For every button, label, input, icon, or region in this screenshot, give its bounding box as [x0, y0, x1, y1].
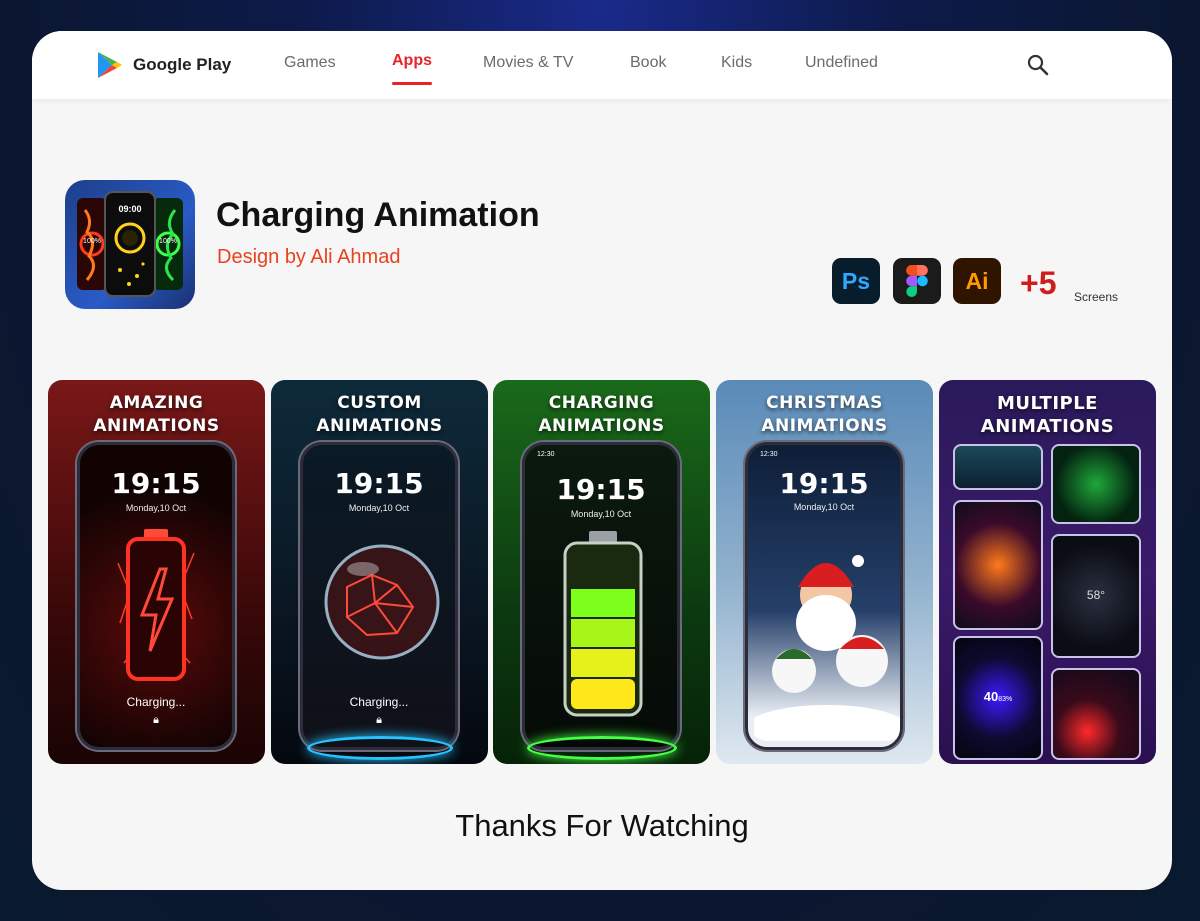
- charging-status: Charging...: [126, 695, 186, 709]
- screenshot-amazing-animations[interactable]: AMAZING ANIMATIONS 19:15 Monday,10 Oct Ch…: [48, 380, 265, 764]
- lockscreen-clock: 19:15: [111, 467, 201, 500]
- temperature-readout: 58°: [1086, 588, 1106, 602]
- closing-message: Thanks For Watching: [455, 808, 749, 843]
- lockscreen-clock: 19:15: [556, 473, 646, 506]
- charging-ring: [307, 736, 453, 760]
- charging-status: Charging...: [349, 695, 409, 709]
- charging-ring: [527, 736, 677, 760]
- photoshop-label: Ps: [841, 267, 871, 294]
- lockscreen-clock: 19:15: [334, 467, 424, 500]
- lockscreen-clock: 19:15: [779, 467, 869, 500]
- app-icon-left-percent: 100%: [83, 238, 101, 245]
- brand-logo[interactable]: Google Play: [95, 51, 231, 79]
- lockscreen-date: Monday,10 Oct: [793, 502, 855, 512]
- lockscreen-date: Monday,10 Oct: [348, 503, 410, 513]
- screenshot-custom-animations[interactable]: CUSTOM ANIMATIONS 19:15 Monday,10 Oct Cha…: [271, 380, 488, 764]
- search-button[interactable]: [1026, 53, 1050, 82]
- app-icon-right-percent: 100%: [159, 238, 177, 245]
- phone-mockup: 19:15 Monday,10 Oct Charging... 🔒︎: [77, 442, 235, 750]
- battery-percent-readout: 4083%: [983, 689, 1013, 704]
- santa-snowman-illustration: [754, 555, 900, 741]
- nav-tab-games[interactable]: Games: [284, 54, 336, 72]
- green-battery-icon: [563, 531, 643, 717]
- app-icon: 09:00 100% 100%: [65, 180, 195, 309]
- presentation-card: Google Play Games Apps Movies & TV Book …: [32, 31, 1172, 890]
- app-title: Charging Animation: [216, 196, 540, 234]
- screenshot-multiple-animations[interactable]: MULTIPLE ANIMATIONS 58° 4083%: [939, 380, 1156, 764]
- phone-mockup: 12:30 19:15 Monday,10 Oct: [745, 442, 903, 750]
- lock-icon: 🔒︎: [376, 714, 382, 726]
- figma-icon: [893, 258, 941, 304]
- app-icon-clock: 09:00: [118, 204, 142, 214]
- screenshot-caption: CUSTOM ANIMATIONS: [316, 393, 443, 436]
- phone-mockup: 12:30 19:15 Monday,10 Oct: [522, 442, 680, 750]
- illustrator-icon: Ai: [953, 258, 1001, 304]
- app-designer: Design by Ali Ahmad: [217, 246, 401, 268]
- lockscreen-date: Monday,10 Oct: [125, 503, 187, 513]
- nav-tab-kids[interactable]: Kids: [721, 54, 752, 72]
- screen-count: +5: [1020, 265, 1057, 301]
- lock-icon: 🔒︎: [153, 714, 159, 726]
- screenshot-caption: MULTIPLE ANIMATIONS: [980, 393, 1115, 437]
- screenshot-caption: CHARGING ANIMATIONS: [538, 393, 665, 436]
- google-play-icon: [98, 52, 122, 78]
- phone-mockup: 19:15 Monday,10 Oct Charging... 🔒︎: [300, 442, 458, 750]
- brand-name: Google Play: [133, 55, 232, 74]
- screenshot-charging-animations[interactable]: CHARGING ANIMATIONS 12:30 19:15 Monday,10…: [493, 380, 710, 764]
- nav-tab-apps-label: Apps: [392, 52, 432, 69]
- nav-tab-movies-tv[interactable]: Movies & TV: [483, 54, 573, 72]
- lockscreen-date: Monday,10 Oct: [570, 509, 632, 519]
- status-bar-time: 12:30: [760, 451, 778, 458]
- mini-tile: [953, 500, 1043, 630]
- mini-tile: [953, 444, 1043, 490]
- screenshot-caption: AMAZING ANIMATIONS: [93, 393, 220, 436]
- nav-tab-apps[interactable]: Apps: [392, 52, 432, 85]
- mini-tile: [1051, 444, 1141, 524]
- screen-count-unit: Screens: [1074, 290, 1119, 304]
- mini-tile: 58°: [1051, 534, 1141, 658]
- illustrator-label: Ai: [965, 267, 989, 294]
- mini-tile: [1051, 668, 1141, 760]
- crystal-ball-icon: [324, 544, 440, 660]
- screenshot-christmas-animations[interactable]: CHRISTMAS ANIMATIONS 12:30 19:15 Monday,1…: [716, 380, 933, 764]
- figma-logo: [906, 265, 928, 297]
- nav-tab-book[interactable]: Book: [630, 54, 666, 72]
- red-battery-icon: [117, 529, 195, 681]
- status-bar-time: 12:30: [537, 451, 555, 458]
- photoshop-icon: Ps: [832, 258, 880, 304]
- search-icon: [1027, 54, 1049, 76]
- nav-tab-undefined[interactable]: Undefined: [805, 54, 878, 72]
- screenshot-caption: CHRISTMAS ANIMATIONS: [761, 393, 888, 436]
- active-tab-indicator: [392, 82, 432, 85]
- mini-tile: 4083%: [953, 636, 1043, 760]
- top-navbar: Google Play Games Apps Movies & TV Book …: [32, 31, 1172, 99]
